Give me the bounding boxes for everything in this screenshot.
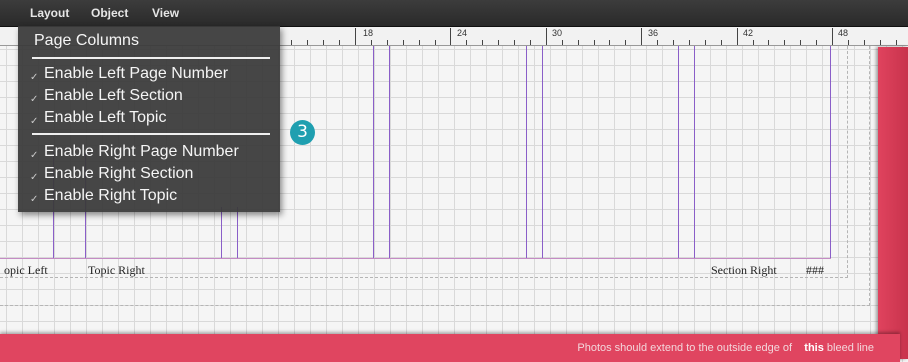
menu-item-enable-right-page-number[interactable]: ✓ Enable Right Page Number <box>30 143 239 161</box>
ruler-tick <box>355 28 356 45</box>
ruler-tick <box>323 40 324 45</box>
ruler-tick <box>896 40 897 45</box>
menu-object[interactable]: Object <box>91 6 128 20</box>
ruler-tick <box>753 40 754 45</box>
menu-separator <box>32 57 270 59</box>
ruler-tick <box>737 28 738 45</box>
ruler-tick <box>530 40 531 45</box>
topic-right-text[interactable]: Topic Right <box>88 263 145 278</box>
ruler-tick <box>609 40 610 45</box>
check-icon: ✓ <box>30 172 39 183</box>
menu-bar: Layout Object View <box>0 0 908 27</box>
column-guide[interactable] <box>830 46 831 259</box>
column-guide[interactable] <box>542 46 543 259</box>
ruler-tick <box>307 40 308 45</box>
ruler-tick <box>848 40 849 45</box>
ruler-tick <box>546 28 547 45</box>
ruler-tick <box>291 40 292 45</box>
check-icon: ✓ <box>30 194 39 205</box>
bleed-message: Photos should extend to the outside edge… <box>577 342 874 354</box>
page-number-text[interactable]: ### <box>806 263 824 278</box>
ruler-tick <box>466 40 467 45</box>
column-guide[interactable] <box>526 46 527 259</box>
bleed-line-bottom: Photos should extend to the outside edge… <box>0 334 900 362</box>
right-margin-line <box>847 46 848 278</box>
ruler-tick <box>721 40 722 45</box>
menu-item-enable-left-section[interactable]: ✓ Enable Left Section <box>30 87 183 105</box>
check-icon: ✓ <box>30 72 39 83</box>
bleed-line-right <box>878 47 908 359</box>
ruler-tick <box>816 40 817 45</box>
trim-line-right <box>869 46 870 306</box>
menu-view[interactable]: View <box>152 6 179 20</box>
ruler-tick <box>784 40 785 45</box>
ruler-label-24: 24 <box>457 28 468 38</box>
menu-item-enable-right-section[interactable]: ✓ Enable Right Section <box>30 165 193 183</box>
trim-line <box>0 305 870 306</box>
ruler-tick <box>705 40 706 45</box>
column-guide[interactable] <box>373 46 374 259</box>
menu-layout[interactable]: Layout <box>30 6 69 20</box>
menu-separator <box>32 133 270 135</box>
ruler-tick <box>625 40 626 45</box>
ruler-tick <box>880 40 881 45</box>
ruler-tick <box>450 28 451 45</box>
ruler-tick <box>832 28 833 45</box>
ruler-label-18: 18 <box>363 28 374 38</box>
ruler-tick <box>864 40 865 45</box>
step-callout-badge: 3 <box>290 120 315 145</box>
column-guide[interactable] <box>678 46 679 259</box>
column-guide[interactable] <box>694 46 695 259</box>
ruler-tick <box>514 40 515 45</box>
ruler-label-48: 48 <box>838 28 849 38</box>
ruler-tick <box>689 40 690 45</box>
page-columns-menu: Page Columns ✓ Enable Left Page Number ✓ E… <box>18 26 280 212</box>
menu-item-enable-left-topic[interactable]: ✓ Enable Left Topic <box>30 109 166 127</box>
ruler-tick <box>800 40 801 45</box>
ruler-tick <box>419 40 420 45</box>
column-guide[interactable] <box>237 207 238 259</box>
ruler-tick <box>387 40 388 45</box>
margin-guide[interactable] <box>0 258 831 259</box>
ruler-tick <box>657 40 658 45</box>
menu-item-enable-right-topic[interactable]: ✓ Enable Right Topic <box>30 187 177 205</box>
ruler-tick <box>482 40 483 45</box>
menu-title: Page Columns <box>34 32 139 49</box>
ruler-tick <box>498 40 499 45</box>
check-icon: ✓ <box>30 150 39 161</box>
ruler-label-36: 36 <box>648 28 659 38</box>
ruler-label-42: 42 <box>743 28 754 38</box>
ruler-tick <box>435 40 436 45</box>
column-guide[interactable] <box>389 46 390 259</box>
ruler-tick <box>578 40 579 45</box>
ruler-tick <box>641 28 642 45</box>
menu-item-enable-left-page-number[interactable]: ✓ Enable Left Page Number <box>30 65 228 83</box>
ruler-tick <box>371 40 372 45</box>
column-guide[interactable] <box>221 207 222 259</box>
ruler-tick <box>562 40 563 45</box>
section-right-text[interactable]: Section Right <box>711 263 777 278</box>
ruler-label-30: 30 <box>552 28 563 38</box>
check-icon: ✓ <box>30 116 39 127</box>
ruler-tick <box>339 40 340 45</box>
ruler-tick <box>403 40 404 45</box>
ruler-tick <box>768 40 769 45</box>
ruler-tick <box>673 40 674 45</box>
ruler-tick <box>594 40 595 45</box>
topic-left-text[interactable]: opic Left <box>4 263 48 278</box>
check-icon: ✓ <box>30 94 39 105</box>
